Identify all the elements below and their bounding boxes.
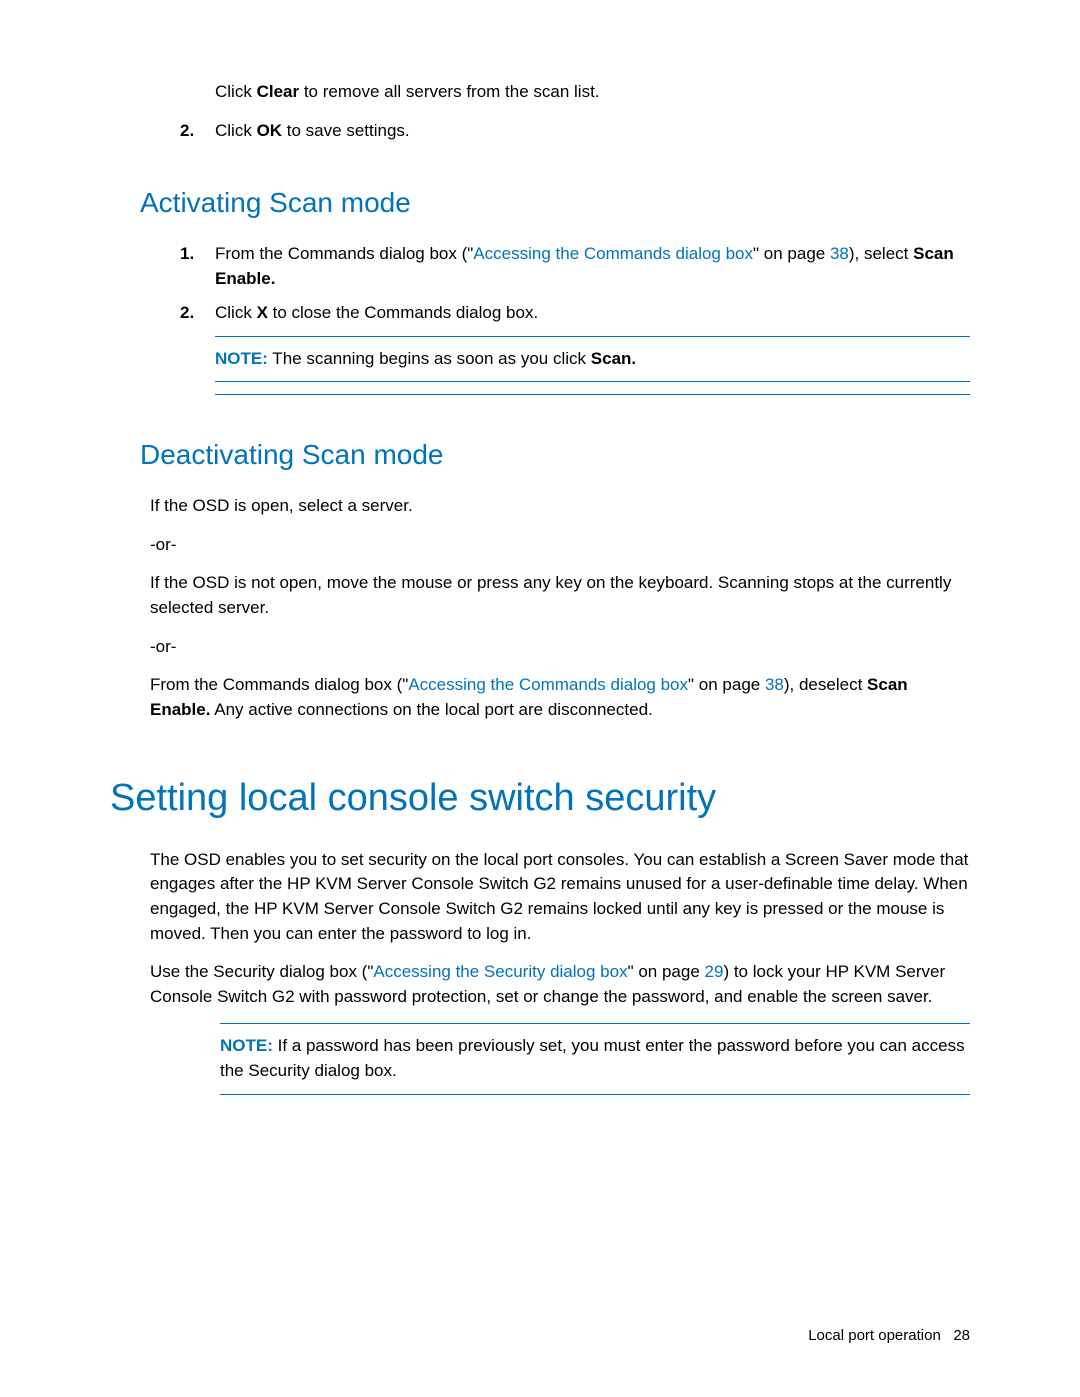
security-section: Setting local console switch security — [110, 771, 970, 826]
intro-line: Click Clear to remove all servers from t… — [180, 80, 970, 105]
note-box: NOTE: The scanning begins as soon as you… — [215, 336, 970, 383]
heading-activating: Activating Scan mode — [140, 183, 970, 224]
heading-security: Setting local console switch security — [110, 771, 970, 826]
paragraph: Use the Security dialog box ("Accessing … — [150, 960, 970, 1009]
bold-text: Clear — [257, 82, 300, 101]
text: " on page — [688, 675, 765, 694]
text: From the Commands dialog box (" — [150, 675, 408, 694]
bold-text: Scan. — [591, 349, 636, 368]
page-footer: Local port operation 28 — [808, 1325, 970, 1347]
text: Click — [215, 303, 257, 322]
list-item: 2. Click X to close the Commands dialog … — [180, 301, 970, 326]
text: If a password has been previously set, y… — [220, 1036, 965, 1080]
document-page: Click Clear to remove all servers from t… — [0, 0, 1080, 1141]
text: " on page — [628, 962, 705, 981]
text: ), select — [849, 244, 913, 263]
paragraph: If the OSD is not open, move the mouse o… — [150, 571, 970, 620]
security-body: The OSD enables you to set security on t… — [110, 848, 970, 1095]
list-number: 2. — [180, 119, 194, 144]
bold-text: X — [257, 303, 268, 322]
text: Click — [215, 121, 257, 140]
list-item: 2. Click OK to save settings. — [180, 119, 970, 144]
heading-deactivating: Deactivating Scan mode — [140, 435, 970, 476]
link-page[interactable]: 38 — [765, 675, 784, 694]
list-number: 2. — [180, 301, 194, 326]
text: From the Commands dialog box (" — [215, 244, 473, 263]
text: to save settings. — [282, 121, 410, 140]
footer-section: Local port operation — [808, 1327, 941, 1344]
list-item: 1. From the Commands dialog box ("Access… — [180, 242, 970, 291]
intro-section: Click Clear to remove all servers from t… — [110, 80, 970, 476]
or-separator: -or- — [150, 533, 970, 558]
list-number: 1. — [180, 242, 194, 267]
link-text[interactable]: Accessing the Commands dialog box — [473, 244, 753, 263]
intro-list: 2. Click OK to save settings. — [180, 119, 970, 144]
link-page[interactable]: 29 — [705, 962, 724, 981]
note-label: NOTE: — [215, 349, 268, 368]
text: Use the Security dialog box (" — [150, 962, 373, 981]
link-text[interactable]: Accessing the Security dialog box — [373, 962, 627, 981]
deactivating-body: If the OSD is open, select a server. -or… — [110, 494, 970, 722]
paragraph: From the Commands dialog box ("Accessing… — [150, 673, 970, 722]
activating-list: 1. From the Commands dialog box ("Access… — [180, 242, 970, 326]
paragraph: If the OSD is open, select a server. — [150, 494, 970, 519]
text: Click — [215, 82, 257, 101]
bold-text: OK — [257, 121, 283, 140]
text: Any active connections on the local port… — [210, 700, 652, 719]
text: to remove all servers from the scan list… — [299, 82, 599, 101]
link-page[interactable]: 38 — [830, 244, 849, 263]
divider — [215, 394, 970, 395]
paragraph: The OSD enables you to set security on t… — [150, 848, 970, 947]
or-separator: -or- — [150, 635, 970, 660]
note-box: NOTE: If a password has been previously … — [220, 1023, 970, 1094]
footer-page-number: 28 — [953, 1327, 970, 1344]
link-text[interactable]: Accessing the Commands dialog box — [408, 675, 688, 694]
text: The scanning begins as soon as you click — [268, 349, 591, 368]
note-label: NOTE: — [220, 1036, 273, 1055]
text: " on page — [753, 244, 830, 263]
text: ), deselect — [784, 675, 867, 694]
text: to close the Commands dialog box. — [268, 303, 538, 322]
